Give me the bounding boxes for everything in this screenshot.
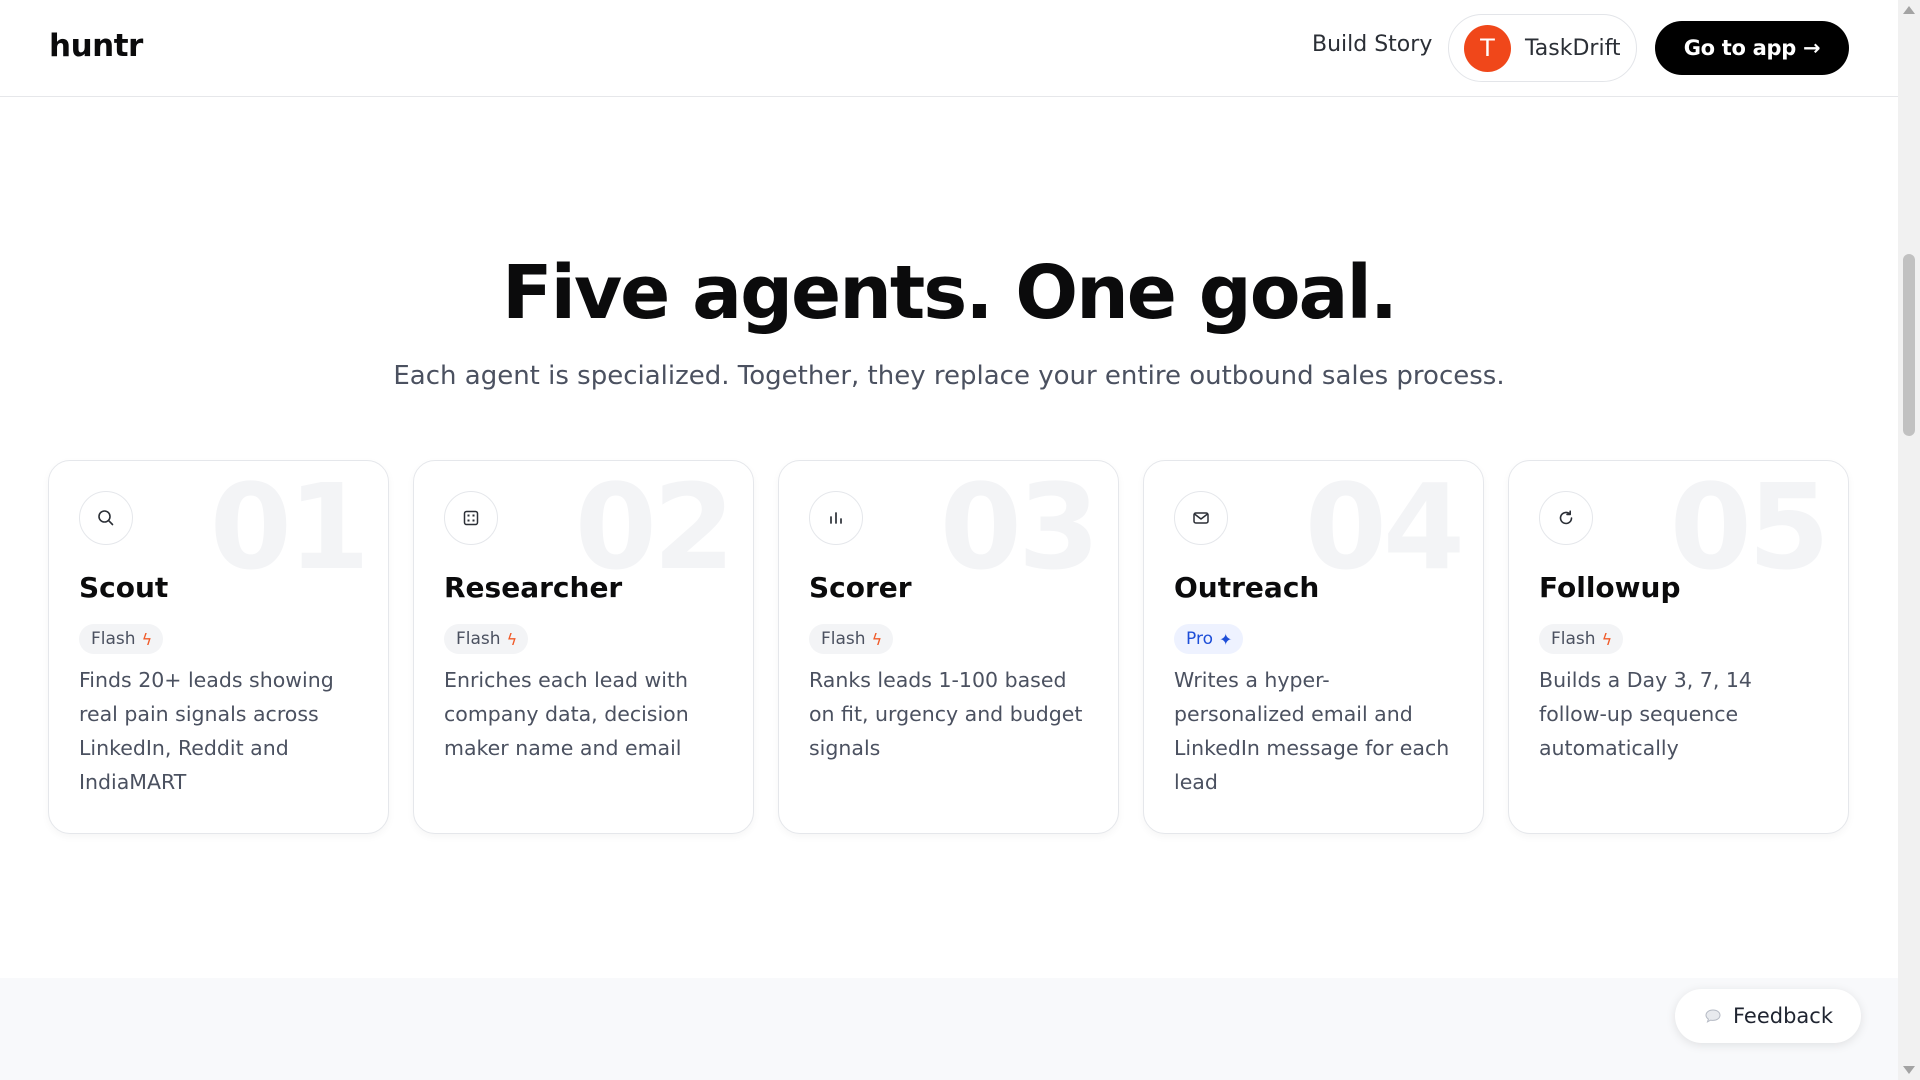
scroll-down-icon[interactable] <box>1903 1066 1915 1074</box>
model-badge: Flash ϟ <box>809 624 894 654</box>
model-badge: Flash ϟ <box>1539 624 1624 654</box>
scroll-up-icon[interactable] <box>1903 6 1915 14</box>
card-title: Researcher <box>444 571 623 604</box>
lightning-icon: ϟ <box>871 629 883 649</box>
card-description: Enriches each lead with company data, de… <box>444 668 689 760</box>
agent-card-scorer: 03 Scorer Flash ϟ Ranks leads 1-100 base… <box>778 460 1119 834</box>
go-to-app-button[interactable]: Go to app → <box>1655 21 1849 75</box>
sparkle-icon: ✦ <box>1218 629 1233 649</box>
card-number: 03 <box>939 460 1100 596</box>
user-menu-button[interactable]: T TaskDrift <box>1448 14 1637 82</box>
next-section-band <box>0 978 1898 1080</box>
badge-label: Flash <box>456 629 501 649</box>
badge-label: Flash <box>91 629 136 649</box>
card-description: Writes a hyper-personalized email and Li… <box>1174 668 1450 794</box>
model-badge: Pro ✦ <box>1174 624 1244 654</box>
card-number: 04 <box>1304 460 1465 596</box>
feedback-button[interactable]: Feedback <box>1675 989 1861 1043</box>
card-title: Outreach <box>1174 571 1320 604</box>
refresh-icon <box>1539 491 1593 545</box>
agent-card-scout: 01 Scout Flash ϟ Finds 20+ leads showing… <box>48 460 389 834</box>
feedback-label: Feedback <box>1732 1004 1833 1028</box>
nav-link-build-story[interactable]: Build Story <box>1312 32 1432 57</box>
section-subtitle: Each agent is specialized. Together, the… <box>393 361 1505 391</box>
logo[interactable]: huntr <box>49 28 143 64</box>
avatar: T <box>1464 24 1511 72</box>
user-name: TaskDrift <box>1525 35 1621 61</box>
agent-card-outreach: 04 Outreach Pro ✦ Writes a hyper-persona… <box>1143 460 1484 834</box>
building-icon <box>444 491 498 545</box>
card-number: 05 <box>1669 460 1830 596</box>
card-title: Scorer <box>809 571 912 604</box>
card-description: Ranks leads 1-100 based on fit, urgency … <box>809 668 1083 760</box>
top-nav: huntr Build Story T TaskDrift Go to app … <box>0 0 1898 97</box>
badge-label: Flash <box>821 629 866 649</box>
card-description: Builds a Day 3, 7, 14 follow-up sequence… <box>1539 668 1752 760</box>
bar-chart-icon <box>809 491 863 545</box>
scrollbar-thumb[interactable] <box>1903 254 1915 436</box>
lightning-icon: ϟ <box>1601 629 1613 649</box>
badge-label: Flash <box>1551 629 1596 649</box>
card-title: Followup <box>1539 571 1681 604</box>
model-badge: Flash ϟ <box>444 624 529 654</box>
page-scrollbar[interactable] <box>1898 0 1920 1080</box>
agent-card-followup: 05 Followup Flash ϟ Builds a Day 3, 7, 1… <box>1508 460 1849 834</box>
agent-card-researcher: 02 Researcher Flash ϟ Enriches each lead… <box>413 460 754 834</box>
card-number: 01 <box>209 460 370 596</box>
card-title: Scout <box>79 571 169 604</box>
lightning-icon: ϟ <box>141 629 153 649</box>
model-badge: Flash ϟ <box>79 624 164 654</box>
section-title: Five agents. One goal. <box>502 250 1398 336</box>
lightning-icon: ϟ <box>506 629 518 649</box>
chat-bubble-icon <box>1705 1009 1721 1023</box>
card-description: Finds 20+ leads showing real pain signal… <box>79 668 334 794</box>
mail-icon <box>1174 491 1228 545</box>
badge-label: Pro <box>1186 629 1213 649</box>
search-icon <box>79 491 133 545</box>
